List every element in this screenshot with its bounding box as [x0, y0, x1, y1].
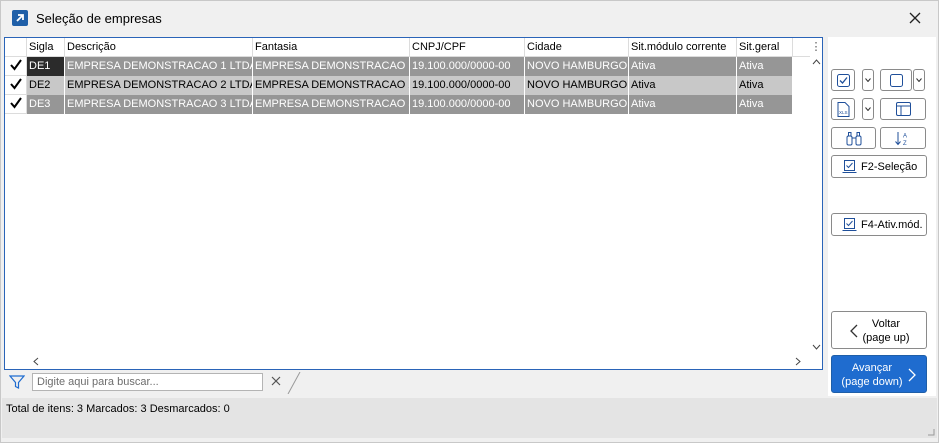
cell-fantasia: EMPRESA DEMONSTRACAO 3 [253, 95, 410, 114]
row-checkbox[interactable] [5, 95, 27, 114]
selection-icon [842, 160, 857, 173]
table-row[interactable]: DE3 EMPRESA DEMONSTRACAO 3 LTDA EMPRESA … [5, 95, 810, 114]
close-icon [909, 12, 921, 24]
cell-sit-modulo: Ativa [629, 57, 737, 76]
cell-cnpj: 19.100.000/0000-00 [410, 95, 525, 114]
row-checkbox[interactable] [5, 76, 27, 95]
column-header-sigla[interactable]: Sigla [27, 38, 65, 57]
chevron-right-icon [908, 368, 916, 382]
title-bar: Seleção de empresas [1, 1, 938, 35]
scroll-down-icon[interactable] [812, 344, 821, 350]
chevron-down-icon [865, 78, 871, 82]
chevron-down-icon [916, 78, 922, 82]
cell-cidade: NOVO HAMBURGO [525, 95, 629, 114]
layout-button[interactable] [880, 98, 926, 120]
window-title: Seleção de empresas [36, 11, 162, 26]
cell-descricao: EMPRESA DEMONSTRACAO 1 LTDA [65, 57, 253, 76]
cell-descricao: EMPRESA DEMONSTRACAO 2 LTDA [65, 76, 253, 95]
vertical-scrollbar[interactable] [810, 57, 822, 355]
cell-sigla: DE3 [27, 95, 65, 114]
cell-sit-modulo: Ativa [629, 95, 737, 114]
header-check-column[interactable] [5, 38, 27, 57]
search-input[interactable] [32, 373, 263, 391]
svg-text:Z: Z [903, 141, 907, 146]
binoculars-icon [846, 132, 862, 146]
uncheck-all-icon [890, 74, 903, 87]
status-text: Total de itens: 3 Marcados: 3 Desmarcado… [6, 403, 230, 415]
column-header-sit-geral[interactable]: Sit.geral [737, 38, 793, 57]
export-xls-button[interactable]: XLS [831, 98, 855, 120]
close-button[interactable] [901, 6, 929, 30]
uncheck-all-button[interactable] [880, 69, 912, 91]
resize-grip-icon[interactable] [927, 428, 935, 436]
companies-grid: Sigla Descrição Fantasia CNPJ/CPF Cidade… [4, 37, 823, 370]
f4-activate-module-button[interactable]: F4-Ativ.mód. [831, 213, 927, 236]
svg-text:A: A [903, 134, 907, 140]
table-row[interactable]: DE2 EMPRESA DEMONSTRACAO 2 LTDA EMPRESA … [5, 76, 810, 95]
layout-icon [896, 102, 911, 116]
action-panel: XLS AZ F2-Seleção F4-Ativ.mód. Voltar (p… [828, 37, 936, 396]
back-hint: (page up) [862, 332, 910, 344]
cell-fantasia: EMPRESA DEMONSTRACAO 2 [253, 76, 410, 95]
checkmark-icon [10, 97, 22, 109]
clear-search-icon[interactable] [271, 376, 281, 386]
app-arrow-icon [12, 10, 28, 26]
column-header-cnpj[interactable]: CNPJ/CPF [410, 38, 525, 57]
search-bar [4, 372, 301, 394]
grid-header: Sigla Descrição Fantasia CNPJ/CPF Cidade… [5, 38, 810, 57]
filter-icon[interactable] [9, 375, 25, 390]
f4-activate-module-label: F4-Ativ.mód. [861, 219, 923, 231]
check-all-dropdown[interactable] [862, 69, 874, 91]
cell-sigla: DE2 [27, 76, 65, 95]
cell-sit-geral: Ativa [737, 76, 793, 95]
row-checkbox[interactable] [5, 57, 27, 76]
next-button[interactable]: Avançar (page down) [831, 355, 927, 393]
column-header-descricao[interactable]: Descrição [65, 38, 253, 57]
scroll-up-icon[interactable] [812, 59, 821, 65]
cell-descricao: EMPRESA DEMONSTRACAO 3 LTDA [65, 95, 253, 114]
column-menu-icon[interactable]: ⋮ [810, 38, 822, 57]
find-button[interactable] [831, 127, 876, 149]
cell-cnpj: 19.100.000/0000-00 [410, 57, 525, 76]
activate-module-icon [842, 218, 857, 231]
cell-cnpj: 19.100.000/0000-00 [410, 76, 525, 95]
scroll-right-icon[interactable] [795, 357, 801, 366]
cell-sit-geral: Ativa [737, 95, 793, 114]
uncheck-all-dropdown[interactable] [913, 69, 925, 91]
cell-sit-geral: Ativa [737, 57, 793, 76]
scroll-left-icon[interactable] [33, 357, 39, 366]
cell-sigla: DE1 [27, 57, 65, 76]
f2-selection-button[interactable]: F2-Seleção [831, 155, 927, 178]
f2-selection-label: F2-Seleção [861, 161, 918, 173]
column-header-fantasia[interactable]: Fantasia [253, 38, 410, 57]
selection-dialog: Seleção de empresas Sigla Descrição Fant… [0, 0, 939, 443]
column-header-sit-modulo[interactable]: Sit.módulo corrente [629, 38, 737, 57]
cell-sit-modulo: Ativa [629, 76, 737, 95]
cell-fantasia: EMPRESA DEMONSTRACAO 1 [253, 57, 410, 76]
export-xls-icon: XLS [837, 102, 850, 117]
back-button[interactable]: Voltar (page up) [831, 311, 927, 349]
checkmark-icon [10, 59, 22, 71]
sort-button[interactable]: AZ [880, 127, 926, 149]
status-bar: Total de itens: 3 Marcados: 3 Desmarcado… [2, 398, 937, 438]
svg-text:XLS: XLS [839, 110, 848, 115]
cell-cidade: NOVO HAMBURGO [525, 57, 629, 76]
checkmark-icon [10, 78, 22, 90]
column-header-cidade[interactable]: Cidade [525, 38, 629, 57]
horizontal-scrollbar[interactable] [5, 355, 810, 369]
check-all-button[interactable] [831, 69, 855, 91]
search-bar-divider [287, 372, 301, 394]
table-row[interactable]: DE1 EMPRESA DEMONSTRACAO 1 LTDA EMPRESA … [5, 57, 810, 76]
cell-cidade: NOVO HAMBURGO [525, 76, 629, 95]
back-label: Voltar [871, 318, 901, 330]
chevron-down-icon [865, 107, 871, 111]
check-all-icon [837, 74, 850, 87]
sort-az-icon: AZ [895, 132, 907, 146]
export-dropdown[interactable] [862, 98, 874, 120]
